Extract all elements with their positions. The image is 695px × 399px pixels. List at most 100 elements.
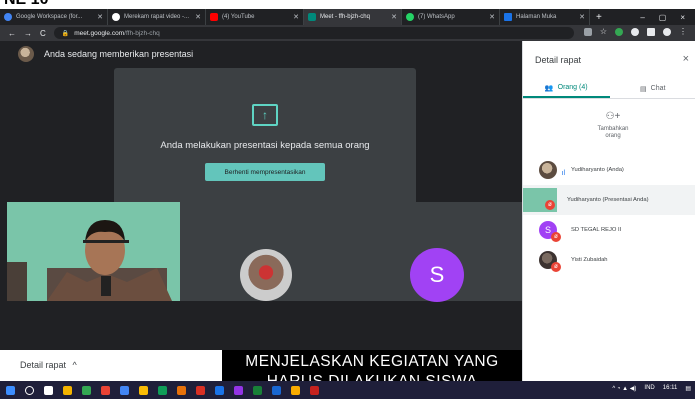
presentation-thumbnail: ø — [523, 188, 557, 212]
add-person-icon: ⚇+ — [605, 111, 621, 122]
windows-taskbar: ^ ◔ ▲ ◀) IND 16:11 ▤ — [0, 381, 695, 399]
close-icon[interactable]: ✕ — [293, 13, 299, 21]
reload-icon[interactable]: C — [40, 29, 46, 38]
minimize-button[interactable]: – — [640, 13, 644, 22]
file-explorer-icon[interactable] — [63, 385, 72, 395]
tab-halaman-muka[interactable]: Halaman Muka ✕ — [500, 9, 590, 25]
participant-list: ıl Yudiharyanto (Anda) ø Yudiharyanto (P… — [523, 155, 695, 275]
avatar — [18, 46, 34, 62]
url-field[interactable]: 🔒 meet.google.com /ffh-bjzh-chq — [53, 27, 574, 39]
tab-whatsapp[interactable]: (7) WhatsApp ✕ — [402, 9, 500, 25]
lock-icon: 🔒 — [61, 30, 70, 37]
participant-letter-tile[interactable]: S — [410, 248, 464, 302]
app-icon[interactable] — [272, 385, 281, 395]
close-panel-button[interactable]: × — [683, 53, 689, 65]
participant-row[interactable]: S ø SD TEGAL REJO II — [523, 215, 695, 245]
google-icon — [4, 13, 12, 21]
chrome-icon[interactable] — [139, 385, 148, 395]
speaking-icon: ıl — [561, 170, 566, 177]
chevron-up-icon: ^ — [72, 360, 77, 370]
forward-icon[interactable]: → — [24, 29, 32, 38]
participant-name: Yisti Zubaidah — [571, 257, 608, 263]
url-host: meet.google.com — [74, 29, 125, 37]
tab-youtube[interactable]: (4) YouTube ✕ — [206, 9, 304, 25]
system-tray: ^ ◔ ▲ ◀) IND 16:11 ▤ — [612, 385, 691, 392]
tab-meet[interactable]: Meet - ffh-bjzh-chq ✕ — [304, 9, 402, 25]
search-icon[interactable] — [25, 385, 34, 395]
extension-icon[interactable] — [615, 27, 623, 36]
new-tab-button[interactable]: + — [596, 12, 602, 23]
clock[interactable]: 16:11 — [663, 385, 678, 392]
menu-icon[interactable]: ⋮ — [679, 27, 687, 36]
address-bar: ← → C 🔒 meet.google.com /ffh-bjzh-chq ☆ … — [0, 25, 695, 41]
person-video — [7, 202, 180, 301]
tab-label: Meet - ffh-bjzh-chq — [320, 14, 370, 20]
mic-off-icon: ø — [551, 262, 561, 272]
window-close-button[interactable]: × — [680, 13, 685, 22]
stop-presenting-button[interactable]: Berhenti mempresentasikan — [205, 163, 325, 181]
extension-icon[interactable] — [631, 27, 639, 36]
tray-icons[interactable]: ^ ◔ ▲ ◀) — [612, 385, 636, 392]
avatar: ø — [539, 251, 561, 272]
mic-off-icon: ø — [545, 200, 555, 210]
caption-line-1: MENJELASKAN KEGIATAN YANG — [245, 353, 499, 370]
app-icon[interactable] — [310, 385, 319, 395]
participant-name: Yudiharyanto (Presentasi Anda) — [567, 197, 649, 203]
app-icon[interactable] — [215, 385, 224, 395]
participant-name: Yudiharyanto (Anda) — [571, 167, 624, 173]
participant-photo-tile[interactable] — [240, 249, 292, 301]
youtube-icon — [210, 13, 218, 21]
tab-label: (4) YouTube — [222, 14, 255, 20]
participant-row[interactable]: ø Yisti Zubaidah — [523, 245, 695, 275]
camera-icon[interactable] — [583, 27, 592, 36]
profile-icon[interactable] — [663, 27, 671, 36]
add-people-button[interactable]: ⚇+ Tambahkan orang — [583, 111, 643, 140]
app-icon[interactable] — [101, 385, 110, 395]
tab-google-workspace[interactable]: Google Workspace (for... ✕ — [0, 9, 108, 25]
presenting-banner: Anda sedang memberikan presentasi — [0, 41, 522, 67]
puzzle-icon[interactable] — [647, 27, 655, 36]
task-view-icon[interactable] — [44, 385, 53, 395]
panel-title: Detail rapat — [535, 55, 582, 65]
camera-tile[interactable] — [7, 202, 180, 301]
participant-row[interactable]: ıl Yudiharyanto (Anda) — [523, 155, 695, 185]
notification-icon[interactable]: ▤ — [685, 385, 691, 392]
tab-people-label: Orang (4) — [557, 84, 588, 91]
tab-label: Google Workspace (for... — [16, 14, 83, 20]
app-icon[interactable] — [120, 385, 129, 395]
app-icon[interactable] — [177, 385, 186, 395]
chat-icon: ▤ — [640, 85, 647, 93]
back-icon[interactable]: ← — [8, 29, 16, 38]
app-icon[interactable] — [253, 385, 262, 395]
participant-row[interactable]: ø Yudiharyanto (Presentasi Anda) — [523, 185, 695, 215]
google-icon — [112, 13, 120, 21]
tab-chat[interactable]: ▤ Chat — [610, 79, 695, 98]
tab-people[interactable]: 👥 Orang (4) — [523, 79, 610, 98]
participants-grid — [180, 202, 522, 301]
app-icon[interactable] — [158, 385, 167, 395]
close-icon[interactable]: ✕ — [195, 13, 201, 21]
present-screen-icon: ↑ — [252, 104, 278, 126]
app-icon[interactable] — [234, 385, 243, 395]
tab-label: (7) WhatsApp — [418, 14, 455, 20]
whatsapp-icon — [406, 13, 414, 21]
panel-tabs: 👥 Orang (4) ▤ Chat — [523, 79, 695, 99]
app-icon[interactable] — [291, 385, 300, 395]
tab-merekam-rapat[interactable]: Merekam rapat video -... ✕ — [108, 9, 206, 25]
avatar-letter: S — [544, 225, 551, 235]
meeting-details-label: Detail rapat — [20, 360, 67, 370]
extensions: ☆ ⋮ — [583, 27, 687, 36]
add-people-label-1: Tambahkan — [597, 126, 629, 132]
close-icon[interactable]: ✕ — [391, 13, 397, 21]
close-icon[interactable]: ✕ — [489, 13, 495, 21]
meeting-details-button[interactable]: Detail rapat ^ — [20, 360, 77, 370]
close-icon[interactable]: ✕ — [579, 13, 585, 21]
language-indicator[interactable]: IND — [644, 385, 654, 392]
app-icon[interactable] — [196, 385, 205, 395]
add-people-label-2: orang — [605, 133, 621, 139]
star-icon[interactable]: ☆ — [600, 27, 607, 36]
maximize-button[interactable]: ▢ — [659, 13, 667, 22]
windows-start-icon[interactable] — [6, 385, 15, 395]
close-icon[interactable]: ✕ — [97, 13, 103, 21]
app-icon[interactable] — [82, 385, 91, 395]
